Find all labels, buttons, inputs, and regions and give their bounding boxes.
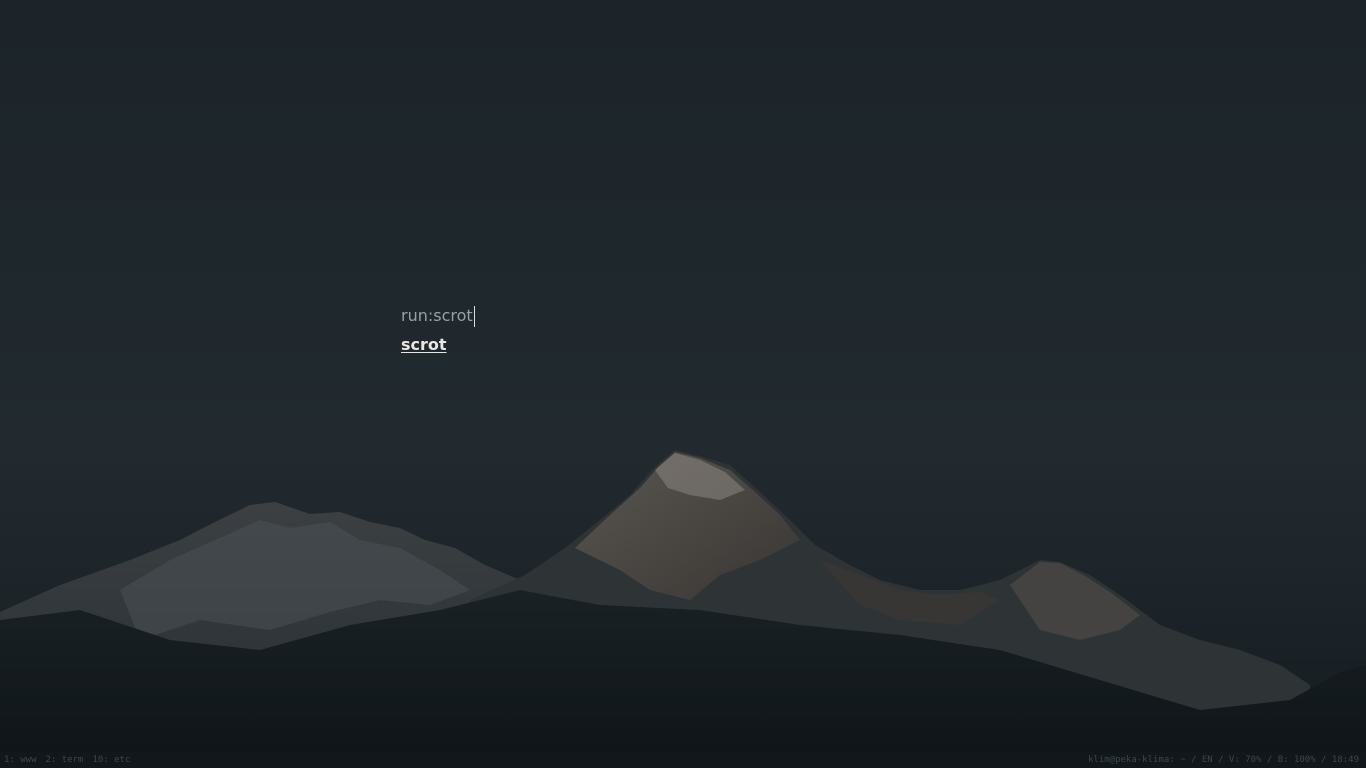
status-bar: 1: www 2: term 10: etc klim@peka-klima: … bbox=[0, 752, 1366, 768]
workspace-www[interactable]: 1: www bbox=[4, 755, 37, 765]
result-item-scrot[interactable]: scrot bbox=[401, 332, 447, 358]
user-host: klim@peka-klima bbox=[1088, 755, 1170, 765]
separator: / bbox=[1212, 755, 1229, 765]
workspace-term[interactable]: 2: term bbox=[46, 755, 84, 765]
separator: / bbox=[1315, 755, 1332, 765]
brightness-level: B: 100% bbox=[1277, 755, 1316, 765]
workspace-etc[interactable]: 10: etc bbox=[92, 755, 130, 765]
prompt-label: run: bbox=[401, 305, 434, 325]
run-launcher: run: scrot scrot bbox=[401, 302, 901, 358]
launcher-result-list: scrot bbox=[401, 332, 901, 358]
separator: : bbox=[1169, 755, 1181, 765]
launcher-search-input[interactable]: scrot bbox=[433, 306, 472, 325]
volume-level: V: 70% bbox=[1228, 755, 1262, 765]
text-cursor bbox=[473, 305, 475, 327]
launcher-prompt-line[interactable]: run: scrot bbox=[401, 302, 901, 328]
separator: / bbox=[1261, 755, 1278, 765]
separator: / bbox=[1185, 755, 1202, 765]
mountain-wallpaper bbox=[0, 450, 1366, 752]
keyboard-layout: EN bbox=[1201, 755, 1213, 765]
desktop-wallpaper: run: scrot scrot 1: www 2: term 10: etc … bbox=[0, 0, 1366, 768]
system-info: klim@peka-klima: ~ / EN / V: 70% / B: 10… bbox=[1088, 755, 1366, 765]
workspace-list: 1: www 2: term 10: etc bbox=[0, 755, 139, 765]
clock: 18:49 bbox=[1331, 755, 1359, 765]
